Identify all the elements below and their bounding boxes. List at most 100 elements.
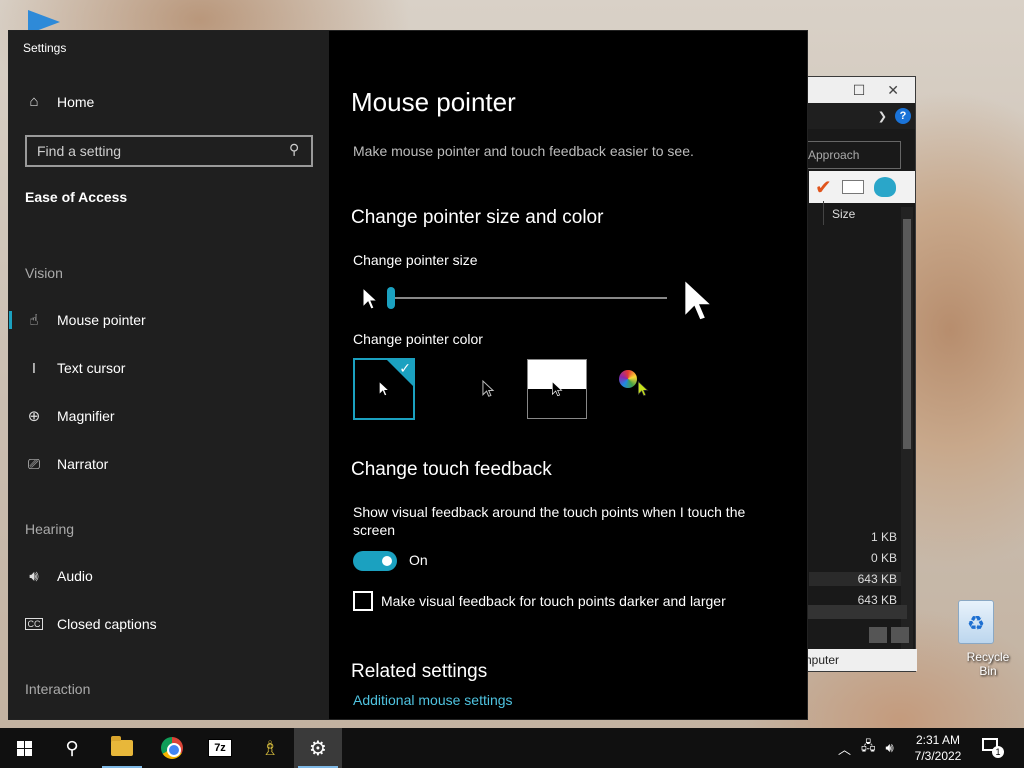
search-input[interactable]	[25, 135, 313, 167]
search-icon[interactable]: ⚲	[289, 141, 299, 158]
home-icon: ⌂	[29, 93, 39, 110]
group-heading-vision: Vision	[25, 265, 63, 281]
search-icon: ⚲	[65, 737, 79, 758]
chevron-down-icon[interactable]: ❯	[878, 110, 887, 123]
darker-feedback-label[interactable]: Make visual feedback for touch points da…	[381, 593, 726, 609]
heading-size-color: Change pointer size and color	[351, 207, 604, 228]
network-icon[interactable]: 🖧︎	[861, 737, 876, 759]
settings-sidebar: Settings ⌂ Home ⚲ Ease of Access Vision …	[9, 31, 329, 719]
window-title: Settings	[23, 41, 67, 55]
nav-home[interactable]: ⌂ Home	[25, 93, 94, 110]
closed-captions-icon: CC	[25, 618, 43, 630]
clock-date: 7/3/2022	[914, 749, 962, 763]
taskbar-settings[interactable]: ⚙	[294, 728, 342, 768]
sidebar-item-magnifier[interactable]: ⊕ Magnifier	[25, 405, 115, 427]
file-size-cell: 0 KB	[870, 551, 897, 565]
pointer-size-slider-thumb[interactable]	[387, 287, 395, 309]
small-pointer-icon	[362, 287, 379, 310]
notification-count-badge: 1	[992, 746, 1004, 758]
toggle-knob	[382, 556, 392, 566]
pointer-color-black[interactable]	[457, 358, 519, 420]
pointer-color-custom[interactable]	[609, 358, 671, 420]
chevron-up-icon[interactable]: ︿	[838, 739, 851, 758]
mouse-pointer-icon: ☝	[29, 312, 39, 329]
notification-center[interactable]: 1	[982, 736, 1004, 758]
help-icon[interactable]: ?	[895, 108, 911, 124]
large-icons-view-icon[interactable]	[891, 627, 909, 643]
file-explorer-window[interactable]: ☐ ✕ ❯ ? Approach ✔ Size 1 KB 0 KB 643 KB…	[800, 76, 917, 672]
white-pointer-icon	[379, 380, 390, 397]
sidebar-item-text-cursor[interactable]: I Text cursor	[25, 357, 126, 379]
narrator-icon: ⎚	[27, 455, 40, 473]
settings-content: Mouse pointer Make mouse pointer and tou…	[329, 31, 807, 719]
checkmark-icon: ✓	[399, 360, 411, 376]
taskbar-clock[interactable]: 2:31 AM 7/3/2022	[906, 732, 970, 764]
file-size-cell: 643 KB	[809, 572, 901, 586]
file-size-cell: 1 KB	[870, 530, 897, 544]
close-icon[interactable]: ✕	[887, 82, 899, 99]
gear-icon: ⚙	[309, 737, 327, 760]
group-heading-hearing: Hearing	[25, 521, 75, 537]
sidebar-item-narrator[interactable]: ⎚ Narrator	[25, 453, 108, 475]
windows-logo-icon	[16, 740, 32, 756]
horizontal-scrollbar[interactable]	[807, 605, 907, 619]
magnifier-icon: ⊕	[27, 408, 41, 425]
pointer-size-slider[interactable]	[393, 297, 667, 299]
start-button[interactable]	[0, 728, 48, 768]
7zip-icon: 7z	[208, 739, 232, 757]
clock-time: 2:31 AM	[915, 733, 961, 747]
maximize-icon[interactable]: ☐	[853, 82, 866, 99]
inverted-pointer-icon	[552, 380, 563, 397]
sidebar-item-mouse-pointer[interactable]: ☝ Mouse pointer	[9, 309, 146, 331]
heading-related-settings: Related settings	[351, 661, 488, 682]
sidebar-item-label: Audio	[57, 568, 93, 584]
pointer-color-label: Change pointer color	[353, 331, 483, 347]
pointer-color-white[interactable]: ✓	[353, 358, 415, 420]
custom-pointer-icon	[638, 380, 649, 397]
sidebar-item-label: Magnifier	[57, 408, 115, 424]
pointer-size-label: Change pointer size	[353, 252, 478, 268]
pointer-color-inverted[interactable]	[527, 359, 587, 419]
nav-home-label: Home	[57, 93, 95, 110]
explorer-scrollbar[interactable]	[901, 207, 913, 667]
checkmark-icon[interactable]: ✔	[815, 175, 832, 200]
touch-feedback-description: Show visual feedback around the touch po…	[353, 504, 746, 538]
taskbar-chrome[interactable]	[148, 728, 196, 768]
toggle-state-label: On	[409, 552, 428, 568]
taskbar-app[interactable]: ♗	[246, 728, 294, 768]
text-cursor-icon: I	[31, 359, 37, 377]
column-header-size[interactable]: Size	[823, 201, 903, 225]
color-wheel-icon	[619, 370, 637, 388]
explorer-titlebar[interactable]: ☐ ✕	[801, 77, 915, 103]
shell-icon[interactable]	[873, 177, 896, 197]
explorer-toolbar: ✔	[809, 171, 915, 203]
additional-mouse-settings-link[interactable]: Additional mouse settings	[353, 692, 513, 708]
taskbar-7zip[interactable]: 7z	[196, 728, 244, 768]
search-button[interactable]: ⚲	[48, 728, 96, 768]
black-pointer-icon	[482, 379, 495, 397]
heading-touch-feedback: Change touch feedback	[351, 459, 552, 480]
details-view-icon[interactable]	[869, 627, 887, 643]
sidebar-item-label: Narrator	[57, 456, 109, 472]
page-description: Make mouse pointer and touch feedback ea…	[353, 143, 694, 159]
explorer-search-input[interactable]: Approach	[801, 141, 901, 169]
taskbar: ⚲ 7z ♗ ⚙ ︿ 🖧︎ 🔊︎ 2:31 AM 7/3/2022 1	[0, 728, 1024, 768]
recycle-bin[interactable]: Recycle Bin	[940, 600, 1012, 678]
darker-feedback-checkbox[interactable]	[353, 591, 373, 611]
sidebar-item-closed-captions[interactable]: CC Closed captions	[25, 613, 157, 635]
group-heading-interaction: Interaction	[25, 681, 91, 697]
sidebar-item-audio[interactable]: 🔊︎ Audio	[25, 565, 93, 587]
volume-icon[interactable]: 🔊︎	[886, 740, 894, 756]
touch-feedback-toggle[interactable]	[353, 551, 397, 571]
speaker-icon: 🔊︎	[29, 567, 39, 585]
explorer-ribbon: ❯ ?	[801, 103, 915, 129]
taskbar-file-explorer[interactable]	[98, 728, 146, 768]
scrollbar-thumb[interactable]	[903, 219, 911, 449]
large-pointer-icon	[684, 278, 713, 321]
recycle-bin-icon	[958, 600, 994, 644]
settings-window[interactable]: Settings ⌂ Home ⚲ Ease of Access Vision …	[8, 30, 808, 720]
recycle-bin-label: Recycle Bin	[966, 650, 1010, 678]
explorer-statusbar: nputer	[801, 649, 917, 671]
mail-icon[interactable]	[841, 180, 864, 194]
chrome-icon	[161, 737, 183, 759]
